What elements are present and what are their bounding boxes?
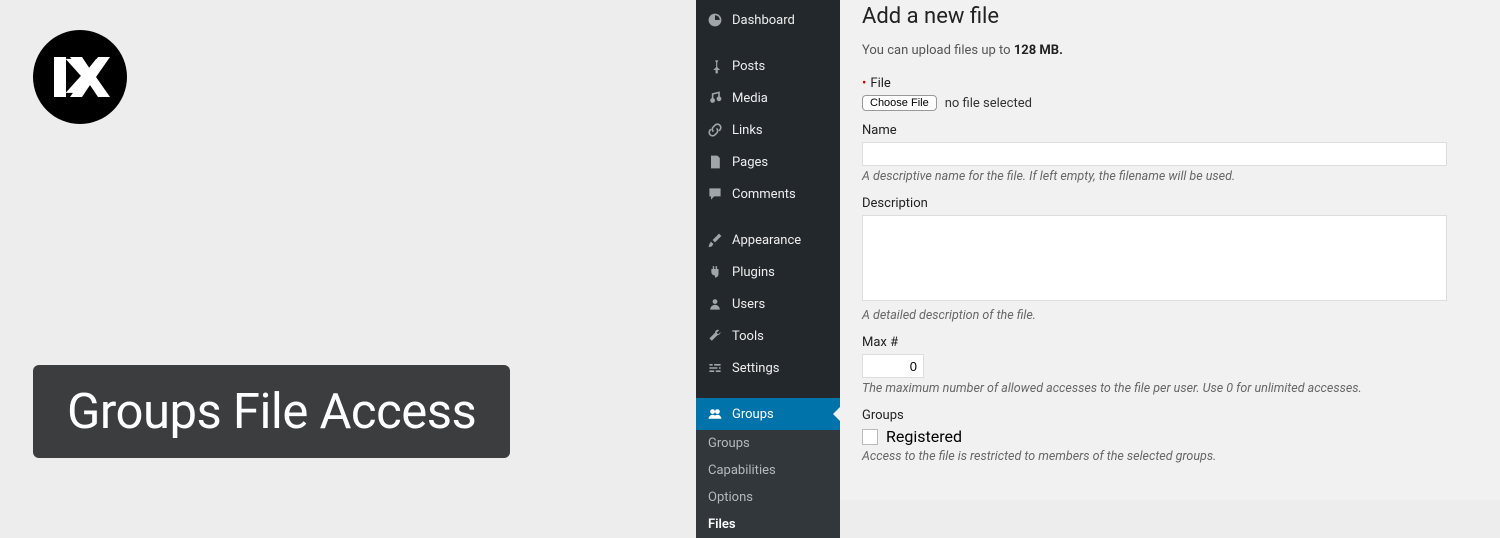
sidebar-submenu: Groups Capabilities Options Files <box>696 430 840 538</box>
sidebar-item-label: Appearance <box>732 233 801 248</box>
brush-icon <box>706 231 724 249</box>
sidebar-item-comments[interactable]: Comments <box>696 178 840 210</box>
groups-icon <box>706 405 724 423</box>
page-icon <box>706 153 724 171</box>
sidebar-item-users[interactable]: Users <box>696 288 840 320</box>
description-hint: A detailed description of the file. <box>862 308 1478 323</box>
required-dot: • <box>862 76 866 91</box>
sidebar-item-label: Dashboard <box>732 13 795 28</box>
sidebar-item-media[interactable]: Media <box>696 82 840 114</box>
name-hint: A descriptive name for the file. If left… <box>862 169 1478 184</box>
pin-icon <box>706 57 724 75</box>
description-label: Description <box>862 196 1478 211</box>
wordpress-admin-screenshot: Dashboard Posts Media Links Pages <box>696 0 1500 500</box>
ix-logo-icon <box>50 47 110 107</box>
sidebar-item-plugins[interactable]: Plugins <box>696 256 840 288</box>
sidebar-item-label: Media <box>732 91 768 106</box>
admin-sidebar: Dashboard Posts Media Links Pages <box>696 0 840 500</box>
description-input[interactable] <box>862 215 1447 301</box>
name-label: Name <box>862 123 1478 138</box>
max-input[interactable] <box>862 354 924 378</box>
max-hint: The maximum number of allowed accesses t… <box>862 381 1478 396</box>
sidebar-item-label: Posts <box>732 59 765 74</box>
dashboard-icon <box>706 11 724 29</box>
file-label: •File <box>862 76 1478 91</box>
sidebar-item-label: Links <box>732 123 763 138</box>
banner-title: Groups File Access <box>33 365 510 458</box>
submenu-item-options[interactable]: Options <box>696 484 840 511</box>
page-title: Add a new file <box>862 4 1478 29</box>
sidebar-item-label: Plugins <box>732 265 775 280</box>
sidebar-item-label: Pages <box>732 155 768 170</box>
comment-icon <box>706 185 724 203</box>
sidebar-item-pages[interactable]: Pages <box>696 146 840 178</box>
registered-checkbox[interactable] <box>862 429 878 445</box>
sidebar-item-label: Users <box>732 297 765 312</box>
sidebar-item-label: Tools <box>732 329 764 344</box>
upload-limit-text: You can upload files up to 128 MB. <box>862 43 1478 58</box>
sidebar-item-label: Groups <box>732 407 774 422</box>
choose-file-button[interactable]: Choose File <box>862 95 937 111</box>
sidebar-item-tools[interactable]: Tools <box>696 320 840 352</box>
sidebar-item-label: Settings <box>732 361 779 376</box>
admin-content: Add a new file You can upload files up t… <box>840 0 1500 500</box>
groups-label: Groups <box>862 408 1478 423</box>
sidebar-item-dashboard[interactable]: Dashboard <box>696 4 840 36</box>
sidebar-item-label: Comments <box>732 187 796 202</box>
sliders-icon <box>706 359 724 377</box>
plugin-icon <box>706 263 724 281</box>
sidebar-item-groups[interactable]: Groups <box>696 398 840 430</box>
wrench-icon <box>706 327 724 345</box>
submenu-item-files[interactable]: Files <box>696 511 840 538</box>
groups-hint: Access to the file is restricted to memb… <box>862 449 1478 464</box>
brand-logo <box>33 30 127 124</box>
name-input[interactable] <box>862 142 1447 166</box>
submenu-item-capabilities[interactable]: Capabilities <box>696 457 840 484</box>
max-label: Max # <box>862 335 1478 350</box>
sidebar-item-appearance[interactable]: Appearance <box>696 224 840 256</box>
sidebar-item-links[interactable]: Links <box>696 114 840 146</box>
registered-option: Registered <box>886 427 962 446</box>
no-file-text: no file selected <box>945 96 1032 111</box>
media-icon <box>706 89 724 107</box>
link-icon <box>706 121 724 139</box>
submenu-item-groups[interactable]: Groups <box>696 430 840 457</box>
sidebar-item-posts[interactable]: Posts <box>696 50 840 82</box>
sidebar-item-settings[interactable]: Settings <box>696 352 840 384</box>
users-icon <box>706 295 724 313</box>
